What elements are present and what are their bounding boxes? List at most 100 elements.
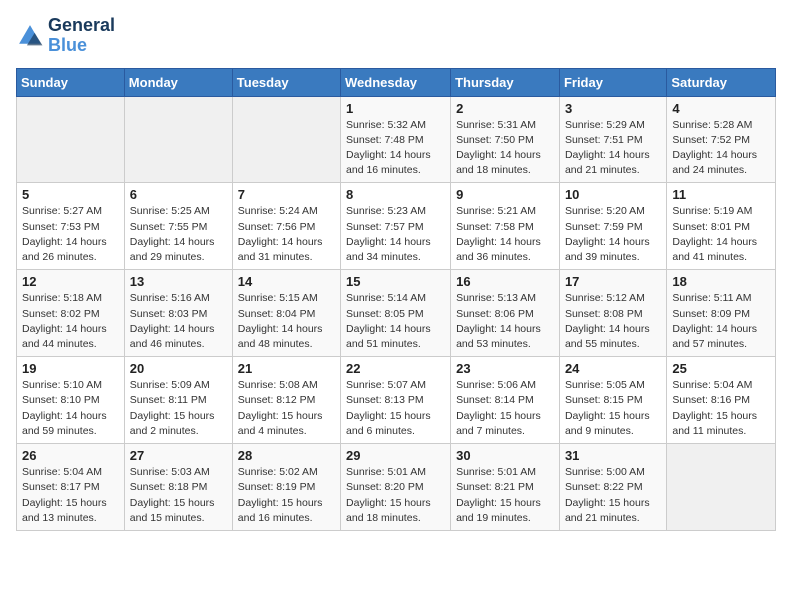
day-info: Sunrise: 5:10 AMSunset: 8:10 PMDaylight:… [22, 378, 119, 439]
day-number: 25 [672, 361, 770, 376]
calendar-week-row: 26 Sunrise: 5:04 AMSunset: 8:17 PMDayligh… [17, 444, 776, 531]
calendar-header: SundayMondayTuesdayWednesdayThursdayFrid… [17, 68, 776, 96]
calendar-cell: 17 Sunrise: 5:12 AMSunset: 8:08 PMDayligh… [559, 270, 666, 357]
day-number: 6 [130, 187, 227, 202]
day-number: 18 [672, 274, 770, 289]
day-number: 29 [346, 448, 445, 463]
day-info: Sunrise: 5:01 AMSunset: 8:20 PMDaylight:… [346, 465, 445, 526]
logo-text: GeneralBlue [48, 16, 115, 56]
day-number: 13 [130, 274, 227, 289]
day-info: Sunrise: 5:06 AMSunset: 8:14 PMDaylight:… [456, 378, 554, 439]
day-info: Sunrise: 5:18 AMSunset: 8:02 PMDaylight:… [22, 291, 119, 352]
calendar-cell: 3 Sunrise: 5:29 AMSunset: 7:51 PMDaylight… [559, 96, 666, 183]
calendar-cell: 13 Sunrise: 5:16 AMSunset: 8:03 PMDayligh… [124, 270, 232, 357]
day-info: Sunrise: 5:09 AMSunset: 8:11 PMDaylight:… [130, 378, 227, 439]
weekday-header: Wednesday [341, 68, 451, 96]
weekday-header: Sunday [17, 68, 125, 96]
day-info: Sunrise: 5:13 AMSunset: 8:06 PMDaylight:… [456, 291, 554, 352]
day-number: 1 [346, 101, 445, 116]
calendar-cell: 16 Sunrise: 5:13 AMSunset: 8:06 PMDayligh… [451, 270, 560, 357]
day-info: Sunrise: 5:05 AMSunset: 8:15 PMDaylight:… [565, 378, 661, 439]
day-number: 10 [565, 187, 661, 202]
day-info: Sunrise: 5:21 AMSunset: 7:58 PMDaylight:… [456, 204, 554, 265]
calendar-week-row: 1Sunrise: 5:32 AMSunset: 7:48 PMDaylight… [17, 96, 776, 183]
day-info: Sunrise: 5:27 AMSunset: 7:53 PMDaylight:… [22, 204, 119, 265]
calendar-cell: 8Sunrise: 5:23 AMSunset: 7:57 PMDaylight… [341, 183, 451, 270]
calendar-cell: 7 Sunrise: 5:24 AMSunset: 7:56 PMDaylight… [232, 183, 340, 270]
calendar-cell: 2 Sunrise: 5:31 AMSunset: 7:50 PMDaylight… [451, 96, 560, 183]
day-info: Sunrise: 5:29 AMSunset: 7:51 PMDaylight:… [565, 118, 661, 179]
day-number: 23 [456, 361, 554, 376]
calendar-cell: 4 Sunrise: 5:28 AMSunset: 7:52 PMDaylight… [667, 96, 776, 183]
calendar-cell: 18 Sunrise: 5:11 AMSunset: 8:09 PMDayligh… [667, 270, 776, 357]
weekday-header: Monday [124, 68, 232, 96]
calendar-cell: 31 Sunrise: 5:00 AMSunset: 8:22 PMDayligh… [559, 444, 666, 531]
day-number: 7 [238, 187, 335, 202]
weekday-header: Saturday [667, 68, 776, 96]
calendar-body: 1Sunrise: 5:32 AMSunset: 7:48 PMDaylight… [17, 96, 776, 530]
day-number: 19 [22, 361, 119, 376]
calendar-cell: 11 Sunrise: 5:19 AMSunset: 8:01 PMDayligh… [667, 183, 776, 270]
day-number: 2 [456, 101, 554, 116]
day-info: Sunrise: 5:03 AMSunset: 8:18 PMDaylight:… [130, 465, 227, 526]
calendar-cell: 22Sunrise: 5:07 AMSunset: 8:13 PMDayligh… [341, 357, 451, 444]
calendar-cell: 21Sunrise: 5:08 AMSunset: 8:12 PMDayligh… [232, 357, 340, 444]
calendar-cell [17, 96, 125, 183]
day-number: 17 [565, 274, 661, 289]
calendar-cell: 25Sunrise: 5:04 AMSunset: 8:16 PMDayligh… [667, 357, 776, 444]
calendar-cell: 28 Sunrise: 5:02 AMSunset: 8:19 PMDayligh… [232, 444, 340, 531]
day-number: 24 [565, 361, 661, 376]
calendar-cell: 5Sunrise: 5:27 AMSunset: 7:53 PMDaylight… [17, 183, 125, 270]
day-info: Sunrise: 5:08 AMSunset: 8:12 PMDaylight:… [238, 378, 335, 439]
day-info: Sunrise: 5:16 AMSunset: 8:03 PMDaylight:… [130, 291, 227, 352]
day-number: 3 [565, 101, 661, 116]
calendar-cell: 12 Sunrise: 5:18 AMSunset: 8:02 PMDayligh… [17, 270, 125, 357]
logo: GeneralBlue [16, 16, 115, 56]
day-info: Sunrise: 5:15 AMSunset: 8:04 PMDaylight:… [238, 291, 335, 352]
day-number: 4 [672, 101, 770, 116]
calendar-week-row: 19 Sunrise: 5:10 AMSunset: 8:10 PMDayligh… [17, 357, 776, 444]
day-number: 16 [456, 274, 554, 289]
calendar-cell: 15Sunrise: 5:14 AMSunset: 8:05 PMDayligh… [341, 270, 451, 357]
day-info: Sunrise: 5:02 AMSunset: 8:19 PMDaylight:… [238, 465, 335, 526]
weekday-header: Tuesday [232, 68, 340, 96]
day-info: Sunrise: 5:20 AMSunset: 7:59 PMDaylight:… [565, 204, 661, 265]
day-number: 27 [130, 448, 227, 463]
calendar-cell: 26 Sunrise: 5:04 AMSunset: 8:17 PMDayligh… [17, 444, 125, 531]
calendar-week-row: 5Sunrise: 5:27 AMSunset: 7:53 PMDaylight… [17, 183, 776, 270]
weekday-header: Friday [559, 68, 666, 96]
day-info: Sunrise: 5:14 AMSunset: 8:05 PMDaylight:… [346, 291, 445, 352]
day-info: Sunrise: 5:12 AMSunset: 8:08 PMDaylight:… [565, 291, 661, 352]
day-number: 20 [130, 361, 227, 376]
calendar-cell: 19 Sunrise: 5:10 AMSunset: 8:10 PMDayligh… [17, 357, 125, 444]
calendar-cell [232, 96, 340, 183]
day-info: Sunrise: 5:31 AMSunset: 7:50 PMDaylight:… [456, 118, 554, 179]
day-info: Sunrise: 5:04 AMSunset: 8:17 PMDaylight:… [22, 465, 119, 526]
calendar-cell: 10 Sunrise: 5:20 AMSunset: 7:59 PMDayligh… [559, 183, 666, 270]
day-info: Sunrise: 5:28 AMSunset: 7:52 PMDaylight:… [672, 118, 770, 179]
day-info: Sunrise: 5:24 AMSunset: 7:56 PMDaylight:… [238, 204, 335, 265]
day-number: 11 [672, 187, 770, 202]
calendar-cell: 14 Sunrise: 5:15 AMSunset: 8:04 PMDayligh… [232, 270, 340, 357]
day-info: Sunrise: 5:00 AMSunset: 8:22 PMDaylight:… [565, 465, 661, 526]
day-info: Sunrise: 5:19 AMSunset: 8:01 PMDaylight:… [672, 204, 770, 265]
calendar-table: SundayMondayTuesdayWednesdayThursdayFrid… [16, 68, 776, 531]
calendar-cell: 23 Sunrise: 5:06 AMSunset: 8:14 PMDayligh… [451, 357, 560, 444]
day-number: 8 [346, 187, 445, 202]
page-header: GeneralBlue [16, 16, 776, 56]
day-info: Sunrise: 5:01 AMSunset: 8:21 PMDaylight:… [456, 465, 554, 526]
weekday-row: SundayMondayTuesdayWednesdayThursdayFrid… [17, 68, 776, 96]
day-number: 26 [22, 448, 119, 463]
day-number: 14 [238, 274, 335, 289]
day-number: 28 [238, 448, 335, 463]
calendar-week-row: 12 Sunrise: 5:18 AMSunset: 8:02 PMDayligh… [17, 270, 776, 357]
day-number: 12 [22, 274, 119, 289]
calendar-cell: 30Sunrise: 5:01 AMSunset: 8:21 PMDayligh… [451, 444, 560, 531]
calendar-cell: 6Sunrise: 5:25 AMSunset: 7:55 PMDaylight… [124, 183, 232, 270]
calendar-cell: 27 Sunrise: 5:03 AMSunset: 8:18 PMDayligh… [124, 444, 232, 531]
day-number: 31 [565, 448, 661, 463]
weekday-header: Thursday [451, 68, 560, 96]
calendar-cell: 9Sunrise: 5:21 AMSunset: 7:58 PMDaylight… [451, 183, 560, 270]
calendar-cell: 1Sunrise: 5:32 AMSunset: 7:48 PMDaylight… [341, 96, 451, 183]
day-info: Sunrise: 5:11 AMSunset: 8:09 PMDaylight:… [672, 291, 770, 352]
